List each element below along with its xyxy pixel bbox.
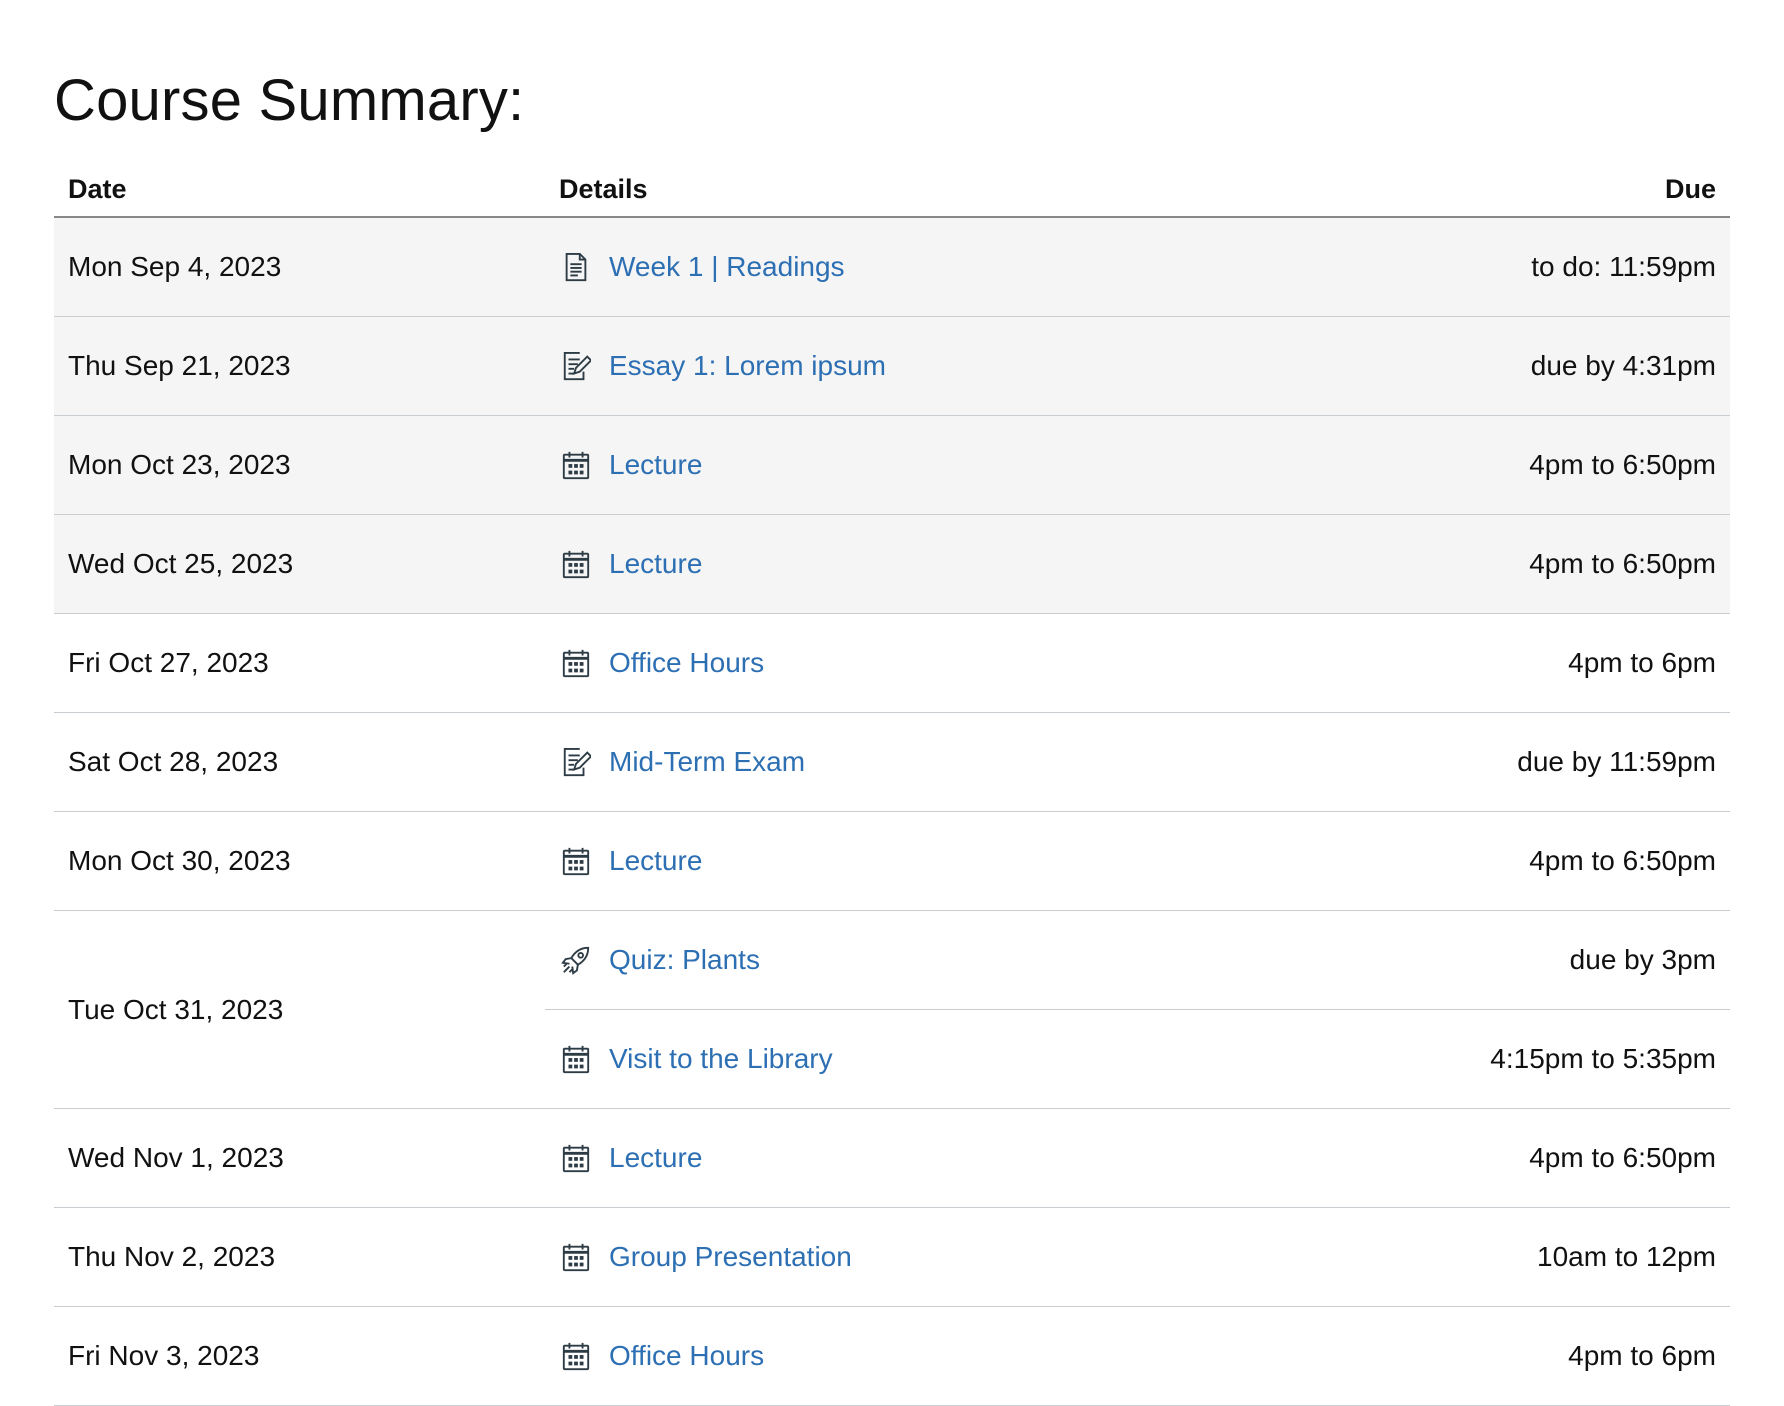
item-link[interactable]: Office Hours (609, 1340, 764, 1372)
date-cell: Wed Nov 1, 2023 (54, 1108, 545, 1208)
due-cell: 4:15pm to 5:35pm (1330, 1009, 1730, 1109)
due-cell: 4pm to 6:50pm (1330, 415, 1730, 515)
details-cell: Mid-Term Exam (545, 712, 1330, 812)
table-row: Tue Oct 31, 2023 Quiz: Plants due by 3pm (54, 910, 1730, 1109)
details-cell: Lecture (545, 811, 1330, 911)
due-cell: 4pm to 6:50pm (1330, 1108, 1730, 1208)
table-row: Thu Sep 21, 2023 Essay 1: Lorem ipsum du… (54, 316, 1730, 416)
quiz-rocket-icon (559, 943, 593, 977)
details-cell: Lecture (545, 415, 1330, 515)
item-link[interactable]: Visit to the Library (609, 1043, 833, 1075)
assignment-icon (559, 349, 593, 383)
page-title: Course Summary: (54, 68, 525, 133)
due-cell: 4pm to 6:50pm (1330, 514, 1730, 614)
table-header-row: Date Details Due (54, 174, 1730, 218)
table-row: Fri Nov 3, 2023 Office Hours 4pm to 6pm (54, 1306, 1730, 1406)
calendar-icon (559, 547, 593, 581)
table-row: Sat Oct 28, 2023 Mid-Term Exam due by 11… (54, 712, 1730, 812)
date-cell: Thu Sep 21, 2023 (54, 316, 545, 416)
item-link[interactable]: Lecture (609, 449, 702, 481)
date-cell: Fri Nov 3, 2023 (54, 1306, 545, 1406)
item-link[interactable]: Lecture (609, 845, 702, 877)
due-cell: due by 11:59pm (1330, 712, 1730, 812)
date-column-header: Date (54, 174, 545, 218)
date-cell: Wed Oct 25, 2023 (54, 514, 545, 614)
details-cell: Week 1 | Readings (545, 217, 1330, 317)
calendar-icon (559, 646, 593, 680)
due-cell: due by 4:31pm (1330, 316, 1730, 416)
details-cell: Office Hours (545, 1306, 1330, 1406)
item-link[interactable]: Lecture (609, 548, 702, 580)
table-row: Mon Oct 30, 2023 Lecture 4pm to 6:50pm (54, 811, 1730, 911)
date-cell: Sat Oct 28, 2023 (54, 712, 545, 812)
calendar-icon (559, 1042, 593, 1076)
assignment-icon (559, 745, 593, 779)
table-body: Mon Sep 4, 2023 Week 1 | Readings to do:… (54, 217, 1730, 1406)
due-cell: due by 3pm (1330, 910, 1730, 1010)
due-cell: to do: 11:59pm (1330, 217, 1730, 317)
course-summary-table: Date Details Due Mon Sep 4, 2023 Week 1 … (54, 174, 1730, 1406)
item-link[interactable]: Group Presentation (609, 1241, 852, 1273)
table-row: Thu Nov 2, 2023 Group Presentation 10am … (54, 1207, 1730, 1307)
item-link[interactable]: Essay 1: Lorem ipsum (609, 350, 886, 382)
due-cell: 4pm to 6pm (1330, 613, 1730, 713)
calendar-icon (559, 844, 593, 878)
date-cell: Fri Oct 27, 2023 (54, 613, 545, 713)
table-row: Wed Nov 1, 2023 Lecture 4pm to 6:50pm (54, 1108, 1730, 1208)
table-row: Mon Oct 23, 2023 Lecture 4pm to 6:50pm (54, 415, 1730, 515)
details-cell: Visit to the Library (545, 1009, 1330, 1109)
date-cell: Mon Sep 4, 2023 (54, 217, 545, 317)
course-summary-page: Course Summary: Date Details Due Mon Sep… (0, 0, 1730, 1406)
details-cell: Quiz: Plants (545, 910, 1330, 1010)
calendar-icon (559, 1141, 593, 1175)
details-cell: Group Presentation (545, 1207, 1330, 1307)
date-cell: Thu Nov 2, 2023 (54, 1207, 545, 1307)
item-link[interactable]: Lecture (609, 1142, 702, 1174)
details-cell: Essay 1: Lorem ipsum (545, 316, 1330, 416)
item-link[interactable]: Mid-Term Exam (609, 746, 805, 778)
due-cell: 4pm to 6:50pm (1330, 811, 1730, 911)
details-cell: Office Hours (545, 613, 1330, 713)
calendar-icon (559, 1240, 593, 1274)
due-cell: 10am to 12pm (1330, 1207, 1730, 1307)
item-link[interactable]: Office Hours (609, 647, 764, 679)
details-column-header: Details (545, 174, 1330, 218)
date-cell: Tue Oct 31, 2023 (54, 910, 545, 1109)
table-row: Fri Oct 27, 2023 Office Hours 4pm to 6pm (54, 613, 1730, 713)
calendar-icon (559, 448, 593, 482)
item-link[interactable]: Quiz: Plants (609, 944, 760, 976)
date-cell: Mon Oct 30, 2023 (54, 811, 545, 911)
table-row: Mon Sep 4, 2023 Week 1 | Readings to do:… (54, 217, 1730, 317)
date-cell: Mon Oct 23, 2023 (54, 415, 545, 515)
table-row: Wed Oct 25, 2023 Lecture 4pm to 6:50pm (54, 514, 1730, 614)
details-cell: Lecture (545, 1108, 1330, 1208)
due-column-header: Due (1330, 174, 1730, 218)
due-cell: 4pm to 6pm (1330, 1306, 1730, 1406)
details-cell: Lecture (545, 514, 1330, 614)
page-icon (559, 250, 593, 284)
calendar-icon (559, 1339, 593, 1373)
item-link[interactable]: Week 1 | Readings (609, 251, 845, 283)
